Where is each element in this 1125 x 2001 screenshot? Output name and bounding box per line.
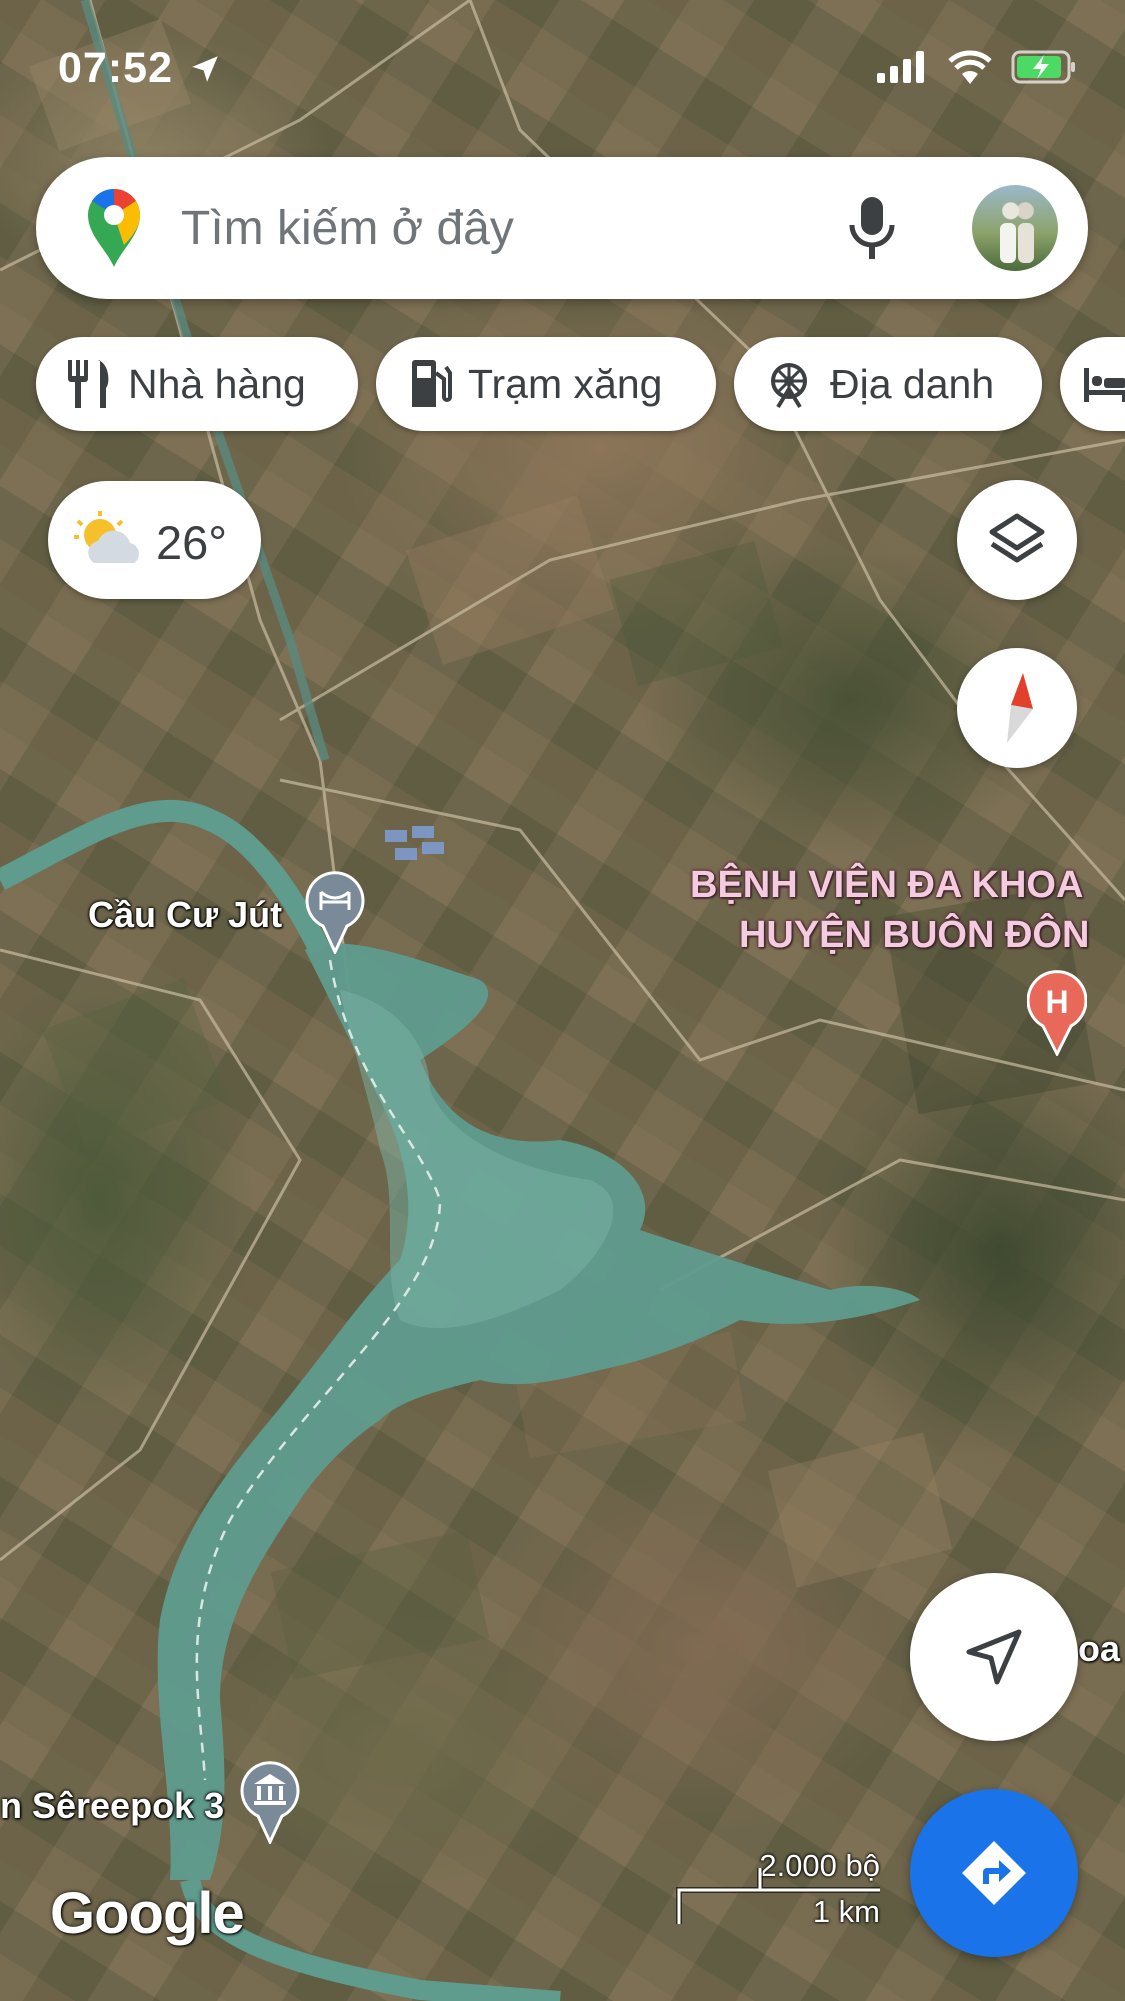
navigation-arrow-icon — [966, 1629, 1022, 1685]
gas-station-icon — [408, 359, 452, 409]
hospital-label-line2: HUYỆN BUÔN ĐÔN — [738, 914, 1090, 956]
layers-icon — [989, 513, 1045, 563]
chip-restaurants[interactable]: Nhà hàng — [36, 337, 358, 431]
layers-button[interactable] — [957, 480, 1077, 600]
svg-text:H: H — [1045, 984, 1068, 1020]
partial-place-label[interactable]: oa — [1078, 1628, 1120, 1670]
status-time: 07:52 — [58, 44, 173, 92]
my-location-button[interactable] — [910, 1573, 1078, 1741]
museum-icon — [240, 1761, 300, 1846]
hydro-plant-label[interactable]: n Sêreepok 3 — [0, 1785, 224, 1827]
status-icons — [877, 50, 1077, 84]
search-input[interactable]: Tìm kiếm ở đây — [181, 201, 514, 256]
hospital-icon: H — [1026, 970, 1088, 1058]
wifi-icon — [948, 50, 992, 84]
battery-charging-icon — [1011, 50, 1075, 84]
scale-metric: 1 km — [812, 1894, 880, 1929]
landmark-icon — [764, 359, 814, 409]
directions-icon — [962, 1841, 1026, 1905]
compass-button[interactable] — [957, 648, 1077, 768]
search-bar[interactable]: Tìm kiếm ở đây — [36, 157, 1088, 299]
chip-label: Trạm xăng — [468, 360, 663, 407]
hospital-label-line1: BỆNH VIỆN ĐA KHOA — [690, 864, 1084, 906]
map-scale: 2.000 bộ 1 km — [676, 1848, 886, 1929]
hydro-plant-pin[interactable] — [240, 1760, 300, 1849]
status-bar: 07:52 — [0, 0, 1125, 135]
bridge-label[interactable]: Cầu Cư Jút — [88, 894, 282, 936]
signal-icon — [877, 51, 924, 83]
hospital-pin[interactable]: H — [1026, 970, 1088, 1061]
weather-temperature: 26° — [156, 516, 228, 569]
weather-widget[interactable]: 26° — [48, 481, 261, 599]
hospital-label[interactable]: BỆNH VIỆN ĐA KHOA HUYỆN BUÔN ĐÔN — [690, 860, 1089, 960]
chip-label: Địa danh — [830, 360, 995, 407]
chip-landmarks[interactable]: Địa danh — [734, 337, 1042, 431]
avatar[interactable] — [972, 185, 1058, 271]
compass-icon — [1007, 673, 1033, 743]
microphone-icon[interactable] — [846, 193, 898, 268]
chip-gas-stations[interactable]: Trạm xăng — [376, 337, 716, 431]
google-logo: Google — [50, 1881, 245, 1946]
chip-label: Nhà hàng — [128, 360, 306, 407]
location-arrow-icon — [188, 52, 222, 91]
partly-cloudy-icon — [70, 511, 146, 572]
hotel-icon — [1082, 364, 1125, 404]
bridge-pin[interactable] — [305, 870, 365, 959]
directions-button[interactable] — [910, 1789, 1078, 1957]
restaurant-icon — [66, 358, 112, 410]
google-maps-pin-icon — [84, 187, 144, 274]
bridge-icon — [305, 871, 365, 956]
